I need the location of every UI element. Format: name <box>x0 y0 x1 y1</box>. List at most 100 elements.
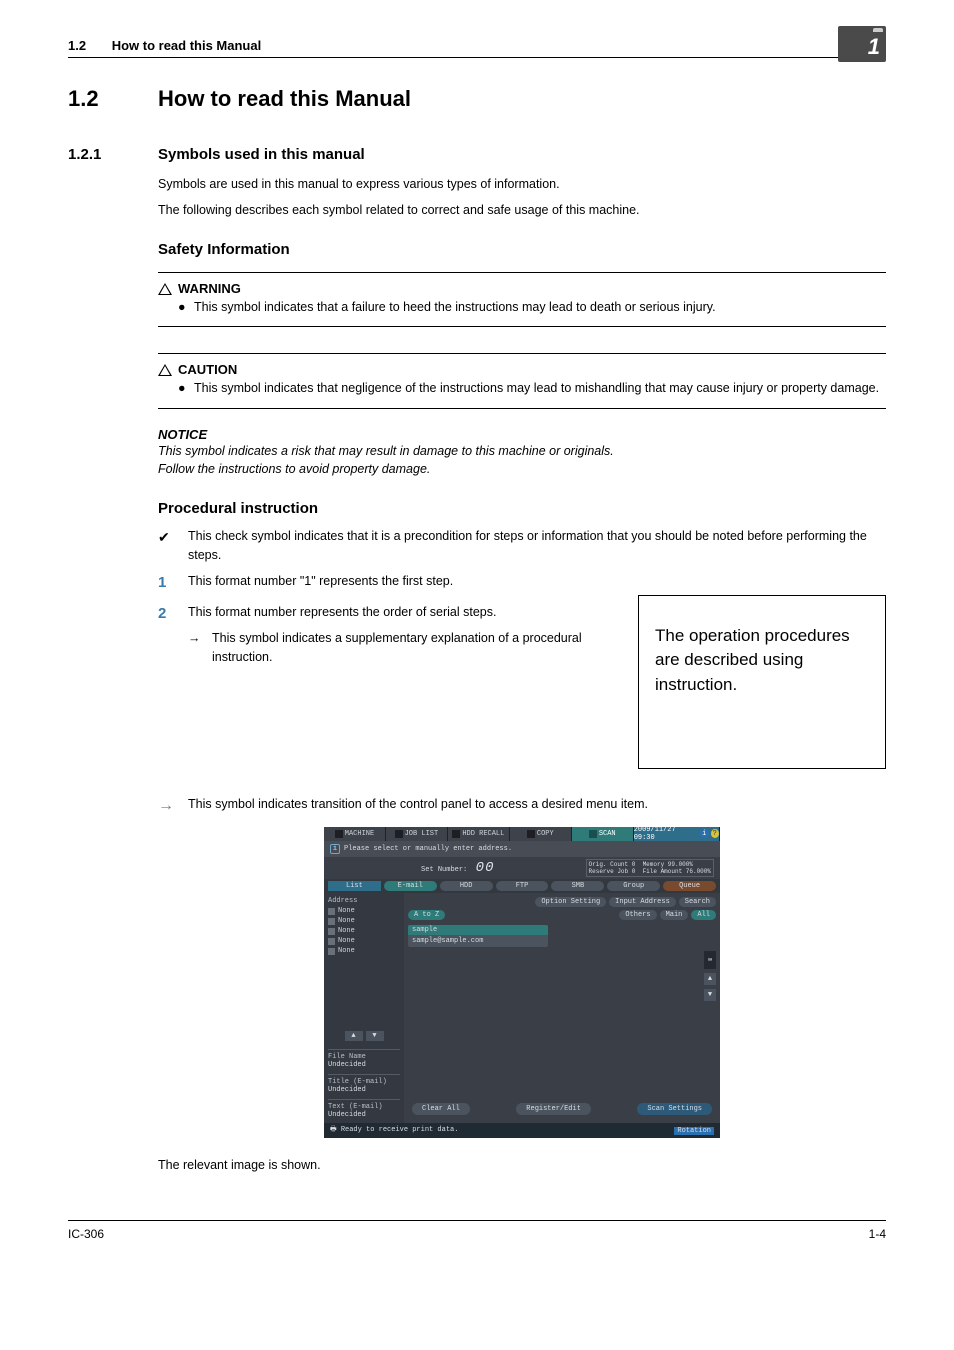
warning-block: WARNING ●This symbol indicates that a fa… <box>158 272 886 327</box>
caution-text: This symbol indicates that negligence of… <box>194 379 879 397</box>
sidebar-text-label: Text (E-mail) <box>328 1103 400 1111</box>
scroll-up-button[interactable]: ▲ <box>704 973 716 985</box>
caution-block: CAUTION ●This symbol indicates that negl… <box>158 353 886 408</box>
status-rotation: Rotation <box>674 1127 714 1135</box>
setnumber-value: 00 <box>476 860 495 876</box>
callout-text: The operation procedures are described u… <box>655 626 850 694</box>
fileamount-value: 76.000% <box>686 868 711 875</box>
tab-datetime: 2009/11/27 09:30i? <box>634 827 720 841</box>
h2-title: Symbols used in this manual <box>158 146 365 163</box>
transition-text: This symbol indicates transition of the … <box>188 797 648 811</box>
tab-scan[interactable]: SCAN <box>572 827 634 841</box>
fileamount-label: File Amount <box>643 868 683 875</box>
others-button[interactable]: Others <box>619 910 656 920</box>
chapter-badge: 1 <box>838 26 886 62</box>
callout-box: The operation procedures are described u… <box>638 595 886 769</box>
reserve-label: Reserve Job <box>589 868 629 875</box>
reserve-value: 0 <box>632 868 636 875</box>
orig-count-label: Orig. Count <box>589 861 629 868</box>
chip-list[interactable]: List <box>328 881 381 891</box>
substep-text: This symbol indicates a supplementary ex… <box>212 629 618 667</box>
joblist-icon <box>395 830 403 838</box>
sidebar-filename-value: Undecided <box>328 1061 400 1069</box>
memory-label: Memory <box>643 861 665 868</box>
step-2-text: This format number represents the order … <box>188 603 496 626</box>
sidebar-none-5: None <box>338 947 355 955</box>
sidebar-none-3: None <box>338 927 355 935</box>
orig-count-value: 0 <box>632 861 636 868</box>
check-text: This check symbol indicates that it is a… <box>188 527 886 565</box>
bullet-icon: ● <box>178 298 194 316</box>
search-button[interactable]: Search <box>679 897 716 907</box>
info-circle-icon[interactable]: i <box>700 829 708 838</box>
tab-copy-label: COPY <box>537 830 554 838</box>
chip-smb[interactable]: SMB <box>551 881 604 891</box>
sidebar-none-1: None <box>338 907 355 915</box>
chip-email[interactable]: E-mail <box>384 881 437 891</box>
tab-machine-label: MACHINE <box>345 830 374 838</box>
address-card[interactable]: sample sample@sample.com <box>408 925 548 947</box>
address-card-addr: sample@sample.com <box>412 937 544 945</box>
bullet-icon: ● <box>178 379 194 397</box>
image-caption: The relevant image is shown. <box>158 1158 886 1172</box>
tab-joblist-label: JOB LIST <box>405 830 439 838</box>
dest-icon <box>328 948 335 955</box>
page-footer: IC-306 1-4 <box>68 1220 886 1241</box>
tab-joblist[interactable]: JOB LIST <box>386 827 448 841</box>
chip-group[interactable]: Group <box>607 881 660 891</box>
sidebar-text-value: Undecided <box>328 1111 400 1119</box>
tab-copy[interactable]: COPY <box>510 827 572 841</box>
all-button[interactable]: All <box>691 910 716 920</box>
dest-icon <box>328 938 335 945</box>
tab-recall-label: HDD RECALL <box>462 830 504 838</box>
warning-text: This symbol indicates that a failure to … <box>194 298 716 316</box>
scan-settings-button[interactable]: Scan Settings <box>637 1103 712 1115</box>
memory-value: 99.000% <box>668 861 693 868</box>
register-edit-button[interactable]: Register/Edit <box>516 1103 591 1115</box>
safety-heading: Safety Information <box>158 241 886 258</box>
panel-message: Please select or manually enter address. <box>344 845 512 853</box>
copy-icon <box>527 830 535 838</box>
sidebar-up-button[interactable]: ▲ <box>345 1031 363 1041</box>
datetime-label: 2009/11/27 09:30 <box>634 826 697 842</box>
atoz-button[interactable]: A to Z <box>408 910 445 920</box>
clear-all-button[interactable]: Clear All <box>412 1103 470 1115</box>
step-1-text: This format number "1" represents the fi… <box>188 572 453 595</box>
control-panel-screenshot: MACHINE JOB LIST HDD RECALL COPY SCAN 20… <box>324 827 720 1138</box>
scroll-down-button[interactable]: ▼ <box>704 989 716 1001</box>
notice-line-2: Follow the instructions to avoid propert… <box>158 460 886 478</box>
tab-machine[interactable]: MACHINE <box>324 827 386 841</box>
caution-label: CAUTION <box>178 362 237 377</box>
tab-scan-label: SCAN <box>599 830 616 838</box>
notice-line-1: This symbol indicates a risk that may re… <box>158 442 886 460</box>
sidebar-none-4: None <box>338 937 355 945</box>
chip-hdd[interactable]: HDD <box>440 881 493 891</box>
transition-arrow-icon: → <box>158 797 188 815</box>
input-address-button[interactable]: Input Address <box>609 897 676 907</box>
panel-sidebar: Address None None None None None ▲▼ File… <box>324 893 404 1123</box>
address-card-name: sample <box>408 925 548 935</box>
header-section-number: 1.2 <box>68 38 86 53</box>
notice-label: NOTICE <box>158 427 886 442</box>
sidebar-title-label: Title (E-mail) <box>328 1078 400 1086</box>
procedural-heading: Procedural instruction <box>158 500 886 517</box>
keyboard-icon[interactable]: ⌨ <box>704 951 716 969</box>
help-icon[interactable]: ? <box>711 829 719 838</box>
warning-triangle-icon <box>158 283 172 295</box>
sidebar-down-button[interactable]: ▼ <box>366 1031 384 1041</box>
main-button[interactable]: Main <box>660 910 689 920</box>
counts-box: Orig. Count 0 Memory 99.000% Reserve Job… <box>586 859 714 877</box>
info-icon: i <box>330 844 340 854</box>
scan-icon <box>589 830 597 838</box>
intro-para-1: Symbols are used in this manual to expre… <box>158 175 886 193</box>
sidebar-none-2: None <box>338 917 355 925</box>
sidebar-filename-label: File Name <box>328 1053 400 1061</box>
running-header: 1.2 How to read this Manual <box>68 38 886 58</box>
recall-icon <box>452 830 460 838</box>
option-setting-button[interactable]: Option Setting <box>535 897 606 907</box>
chip-ftp[interactable]: FTP <box>496 881 549 891</box>
chip-queue[interactable]: Queue <box>663 881 716 891</box>
intro-para-2: The following describes each symbol rela… <box>158 201 886 219</box>
tab-recall[interactable]: HDD RECALL <box>448 827 510 841</box>
step-1-number: 1 <box>158 572 188 595</box>
